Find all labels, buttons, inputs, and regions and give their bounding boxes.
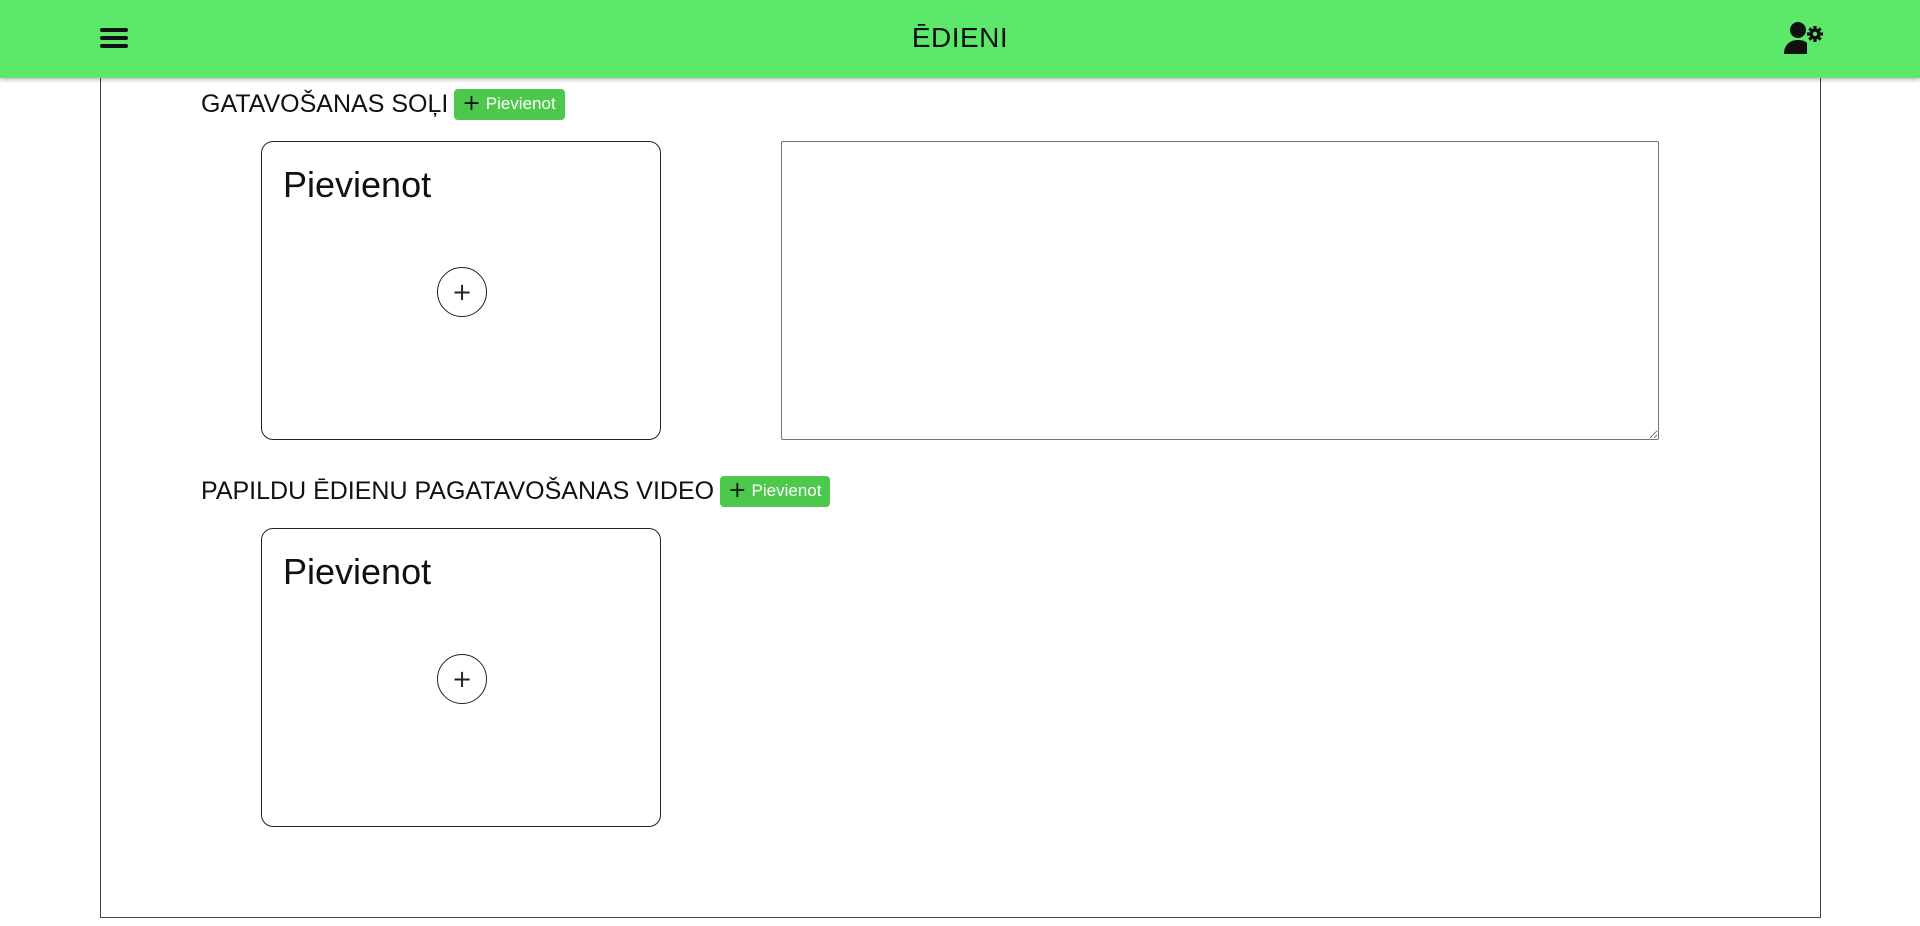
add-video-card[interactable]: Pievienot + [261, 528, 661, 827]
add-circle-icon[interactable]: + [437, 654, 487, 704]
add-step-image-card[interactable]: Pievienot + [261, 141, 661, 440]
add-video-button[interactable]: + Pievienot [720, 475, 831, 507]
add-video-button-label: Pievienot [751, 481, 822, 500]
steps-section-header: GATAVOŠANAS SOĻI + Pievienot [201, 87, 565, 121]
add-video-card-label: Pievienot [283, 551, 432, 592]
add-step-button-label: Pievienot [485, 94, 556, 113]
plus-icon: + [728, 478, 747, 503]
page-title: ĒDIENI [911, 22, 1009, 53]
add-step-button[interactable]: + Pievienot [454, 88, 565, 120]
user-gear-icon[interactable] [1782, 18, 1826, 60]
step-description-textarea[interactable] [781, 141, 1659, 440]
top-navigation-bar: ĒDIENI [0, 0, 1920, 78]
videos-section-header: PAPILDU ĒDIENU PAGATAVOŠANAS VIDEO + Pie… [201, 474, 831, 508]
add-circle-icon[interactable]: + [437, 267, 487, 317]
videos-section-title: PAPILDU ĒDIENU PAGATAVOŠANAS VIDEO [201, 476, 715, 505]
steps-section-title: GATAVOŠANAS SOĻI [201, 89, 449, 118]
plus-icon: + [462, 91, 481, 116]
add-step-card-label: Pievienot [283, 164, 432, 205]
